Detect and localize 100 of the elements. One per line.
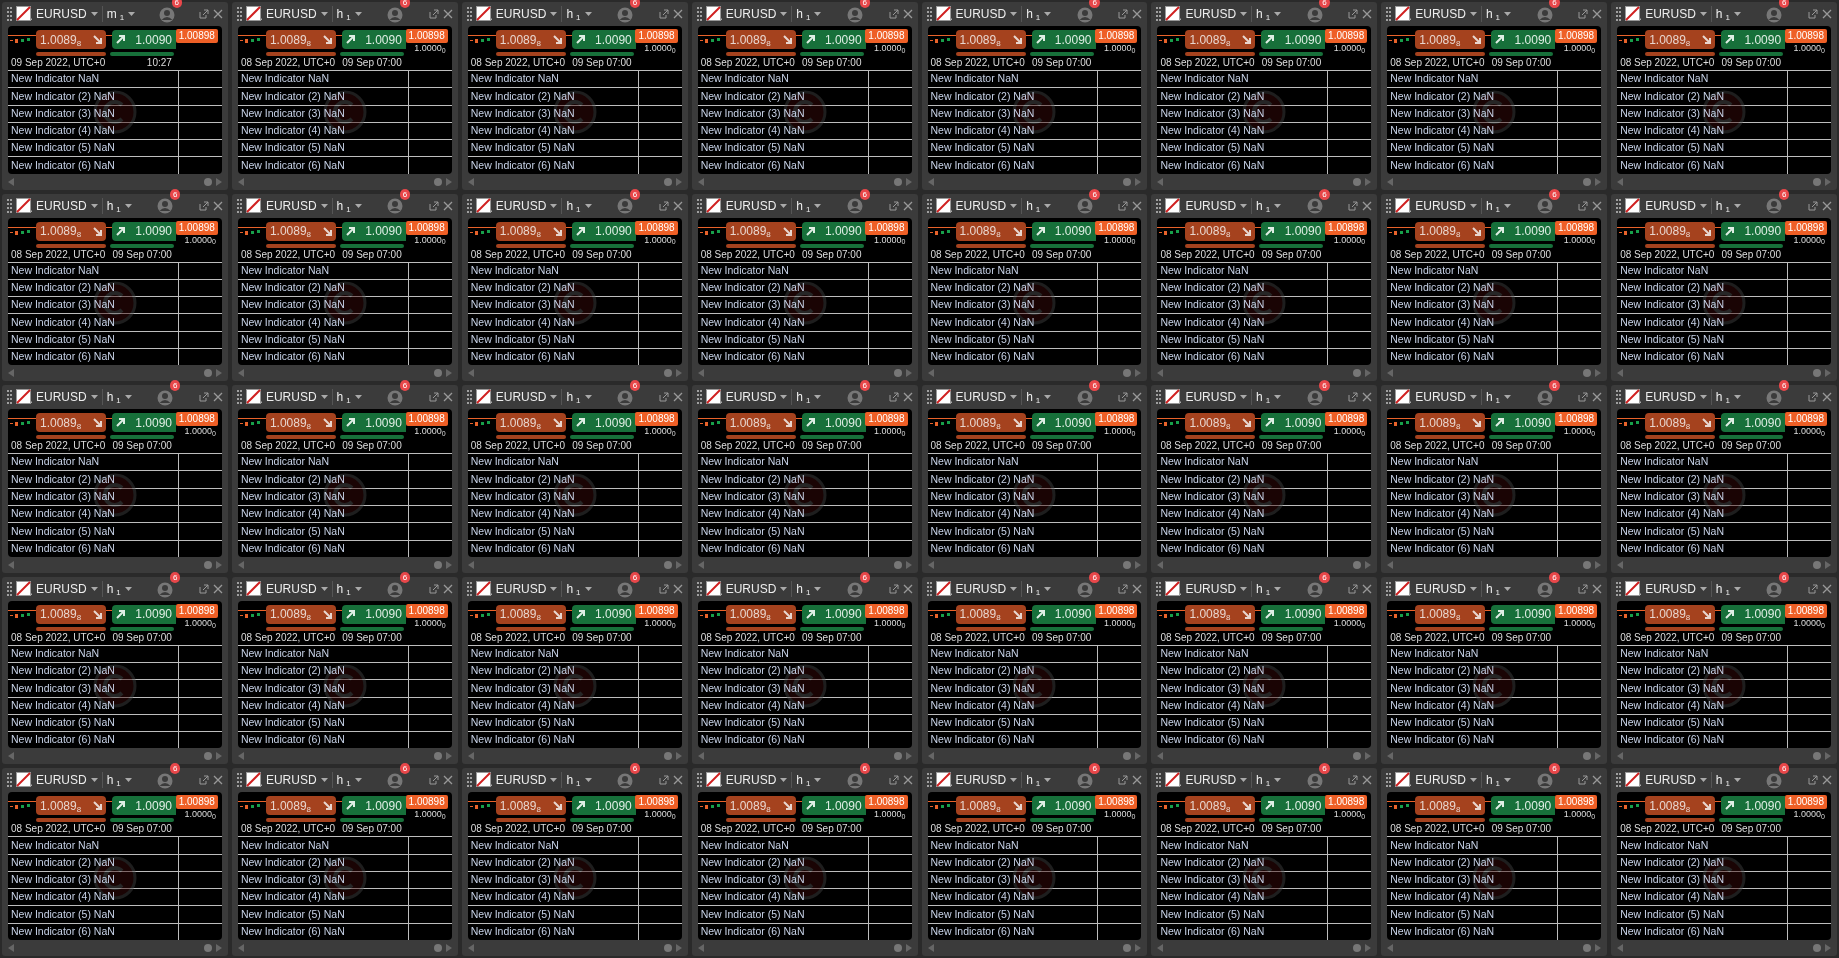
symbol-label[interactable]: EURUSD [1645,771,1696,790]
close-icon[interactable] [212,9,223,19]
sell-button[interactable]: 1.0089$_{8}$ [725,796,796,816]
sell-button[interactable]: 1.0089$_{8}$ [265,796,336,816]
drag-handle-icon[interactable] [1616,198,1622,213]
close-icon[interactable] [212,583,223,594]
scroll-thumb-icon[interactable] [433,944,442,952]
symbol-label[interactable]: EURUSD [1645,579,1696,598]
caret-icon[interactable] [1274,586,1282,591]
caret-icon[interactable] [1044,203,1052,208]
pop-out-icon[interactable] [1118,392,1129,403]
caret-icon[interactable] [1240,778,1248,783]
caret-icon[interactable] [354,778,362,783]
flag-icon[interactable] [475,772,492,789]
pop-out-icon[interactable] [888,200,899,211]
timeframe-label[interactable]: h $_{1}$ [796,579,811,598]
caret-icon[interactable] [1469,395,1477,400]
drag-handle-icon[interactable] [1156,7,1162,21]
caret-icon[interactable] [320,203,328,208]
avatar-icon[interactable] [1536,389,1553,406]
drag-handle-icon[interactable] [696,581,702,596]
pop-out-icon[interactable] [1348,583,1359,594]
drag-handle-icon[interactable] [236,581,242,596]
scroll-thumb-icon[interactable] [433,752,442,761]
symbol-label[interactable]: EURUSD [1645,5,1696,23]
close-icon[interactable] [1822,9,1832,19]
buy-button[interactable]: 1.0090 [1721,796,1786,816]
buy-button[interactable]: 1.0090 [112,30,176,49]
drag-handle-icon[interactable] [1386,390,1392,405]
caret-icon[interactable] [1469,778,1477,783]
close-icon[interactable] [212,200,223,211]
sell-button[interactable]: 1.0089$_{8}$ [955,796,1026,816]
flag-icon[interactable] [705,197,722,214]
sell-button[interactable]: 1.0089$_{8}$ [495,604,566,624]
timeframe-label[interactable]: h $_{1}$ [106,388,121,407]
symbol-label[interactable]: EURUSD [265,196,317,215]
drag-handle-icon[interactable] [926,581,932,596]
avatar-icon[interactable] [1536,581,1553,598]
symbol-label[interactable]: EURUSD [1185,771,1237,790]
caret-icon[interactable] [1044,395,1052,400]
close-icon[interactable] [1132,200,1143,211]
pop-out-icon[interactable] [658,9,669,19]
symbol-label[interactable]: EURUSD [265,388,317,407]
close-icon[interactable] [672,583,683,594]
sell-button[interactable]: 1.0089$_{8}$ [955,30,1026,49]
buy-button[interactable]: 1.0090 [801,30,866,49]
avatar-icon[interactable] [387,389,404,406]
close-icon[interactable] [672,392,683,403]
close-icon[interactable] [902,392,913,403]
timeframe-label[interactable]: h $_{1}$ [566,5,581,23]
caret-icon[interactable] [1733,203,1741,208]
scroll-thumb-icon[interactable] [1583,944,1592,952]
timeframe-label[interactable]: h $_{1}$ [1256,196,1271,215]
scroll-thumb-icon[interactable] [203,369,212,378]
caret-icon[interactable] [1699,395,1707,400]
pop-out-icon[interactable] [1808,775,1818,786]
avatar-icon[interactable] [387,581,404,598]
symbol-label[interactable]: EURUSD [265,771,317,790]
symbol-label[interactable]: EURUSD [725,579,777,598]
scroll-thumb-icon[interactable] [203,944,212,952]
caret-icon[interactable] [1469,203,1477,208]
avatar-icon[interactable] [846,581,863,598]
sell-button[interactable]: 1.0089$_{8}$ [1415,796,1486,816]
close-icon[interactable] [902,583,913,594]
timeframe-label[interactable]: h $_{1}$ [106,196,121,215]
caret-icon[interactable] [1010,395,1018,400]
symbol-label[interactable]: EURUSD [1415,771,1466,790]
sell-button[interactable]: 1.0089$_{8}$ [955,221,1026,241]
timeframe-label[interactable]: h $_{1}$ [796,771,811,790]
pop-out-icon[interactable] [1348,775,1359,786]
caret-icon[interactable] [1010,586,1018,591]
symbol-label[interactable]: EURUSD [495,388,547,407]
sell-button[interactable]: 1.0089$_{8}$ [1185,221,1256,241]
avatar-icon[interactable] [846,773,863,790]
flag-icon[interactable] [245,580,262,597]
caret-icon[interactable] [780,586,788,591]
symbol-label[interactable]: EURUSD [1185,579,1237,598]
drag-handle-icon[interactable] [236,198,242,213]
timeframe-label[interactable]: h $_{1}$ [1485,196,1501,215]
caret-icon[interactable] [1504,395,1512,400]
close-icon[interactable] [1822,583,1832,594]
close-icon[interactable] [1822,775,1832,786]
timeframe-label[interactable]: h $_{1}$ [336,579,351,598]
caret-icon[interactable] [90,203,98,208]
sell-button[interactable]: 1.0089$_{8}$ [36,796,106,816]
pop-out-icon[interactable] [658,775,669,786]
pop-out-icon[interactable] [1808,200,1818,211]
drag-handle-icon[interactable] [1386,198,1392,213]
drag-handle-icon[interactable] [466,7,472,21]
pop-out-icon[interactable] [888,9,899,19]
drag-handle-icon[interactable] [7,198,12,213]
scroll-thumb-icon[interactable] [893,944,902,952]
caret-icon[interactable] [1504,586,1512,591]
scroll-thumb-icon[interactable] [1123,752,1132,761]
symbol-label[interactable]: EURUSD [495,196,547,215]
timeframe-label[interactable]: h $_{1}$ [796,196,811,215]
caret-icon[interactable] [90,12,98,16]
symbol-label[interactable]: EURUSD [36,5,87,23]
sell-button[interactable]: 1.0089$_{8}$ [1415,30,1486,49]
avatar-icon[interactable] [1536,198,1553,215]
